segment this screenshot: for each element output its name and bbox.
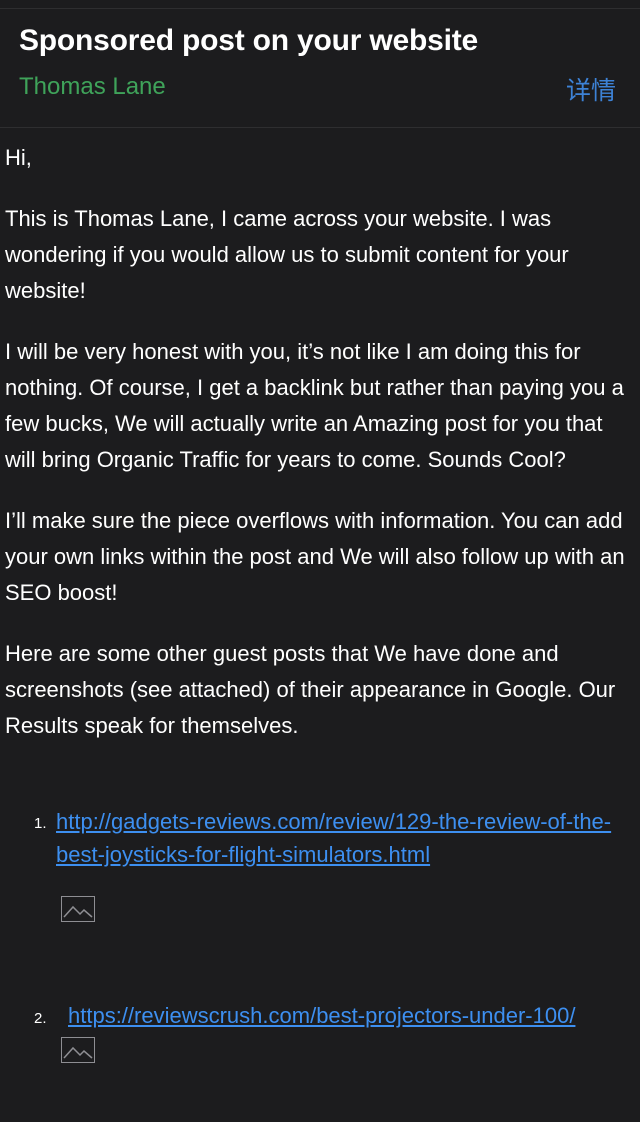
header-divider	[0, 127, 640, 128]
sender-name[interactable]: Thomas Lane	[19, 73, 166, 101]
broken-image-icon[interactable]	[61, 1037, 95, 1063]
email-subject: Sponsored post on your website	[19, 24, 479, 57]
broken-image-icon[interactable]	[61, 896, 95, 922]
body-paragraph: I’ll make sure the piece overflows with …	[5, 508, 625, 605]
list-number: 2.	[34, 1010, 47, 1027]
body-paragraph: I will be very honest with you, it’s not…	[5, 339, 624, 472]
body-paragraph: Here are some other guest posts that We …	[5, 641, 616, 738]
list-number: 1.	[34, 815, 47, 832]
details-button[interactable]: 详情	[566, 71, 616, 107]
email-body: Hi, This is Thomas Lane, I came across y…	[5, 140, 627, 769]
guest-post-link[interactable]: http://gadgets-reviews.com/review/129-th…	[56, 805, 616, 871]
greeting: Hi,	[5, 145, 32, 170]
guest-post-link[interactable]: https://reviewscrush.com/best-projectors…	[68, 999, 628, 1032]
body-paragraph: This is Thomas Lane, I came across your …	[5, 206, 569, 303]
